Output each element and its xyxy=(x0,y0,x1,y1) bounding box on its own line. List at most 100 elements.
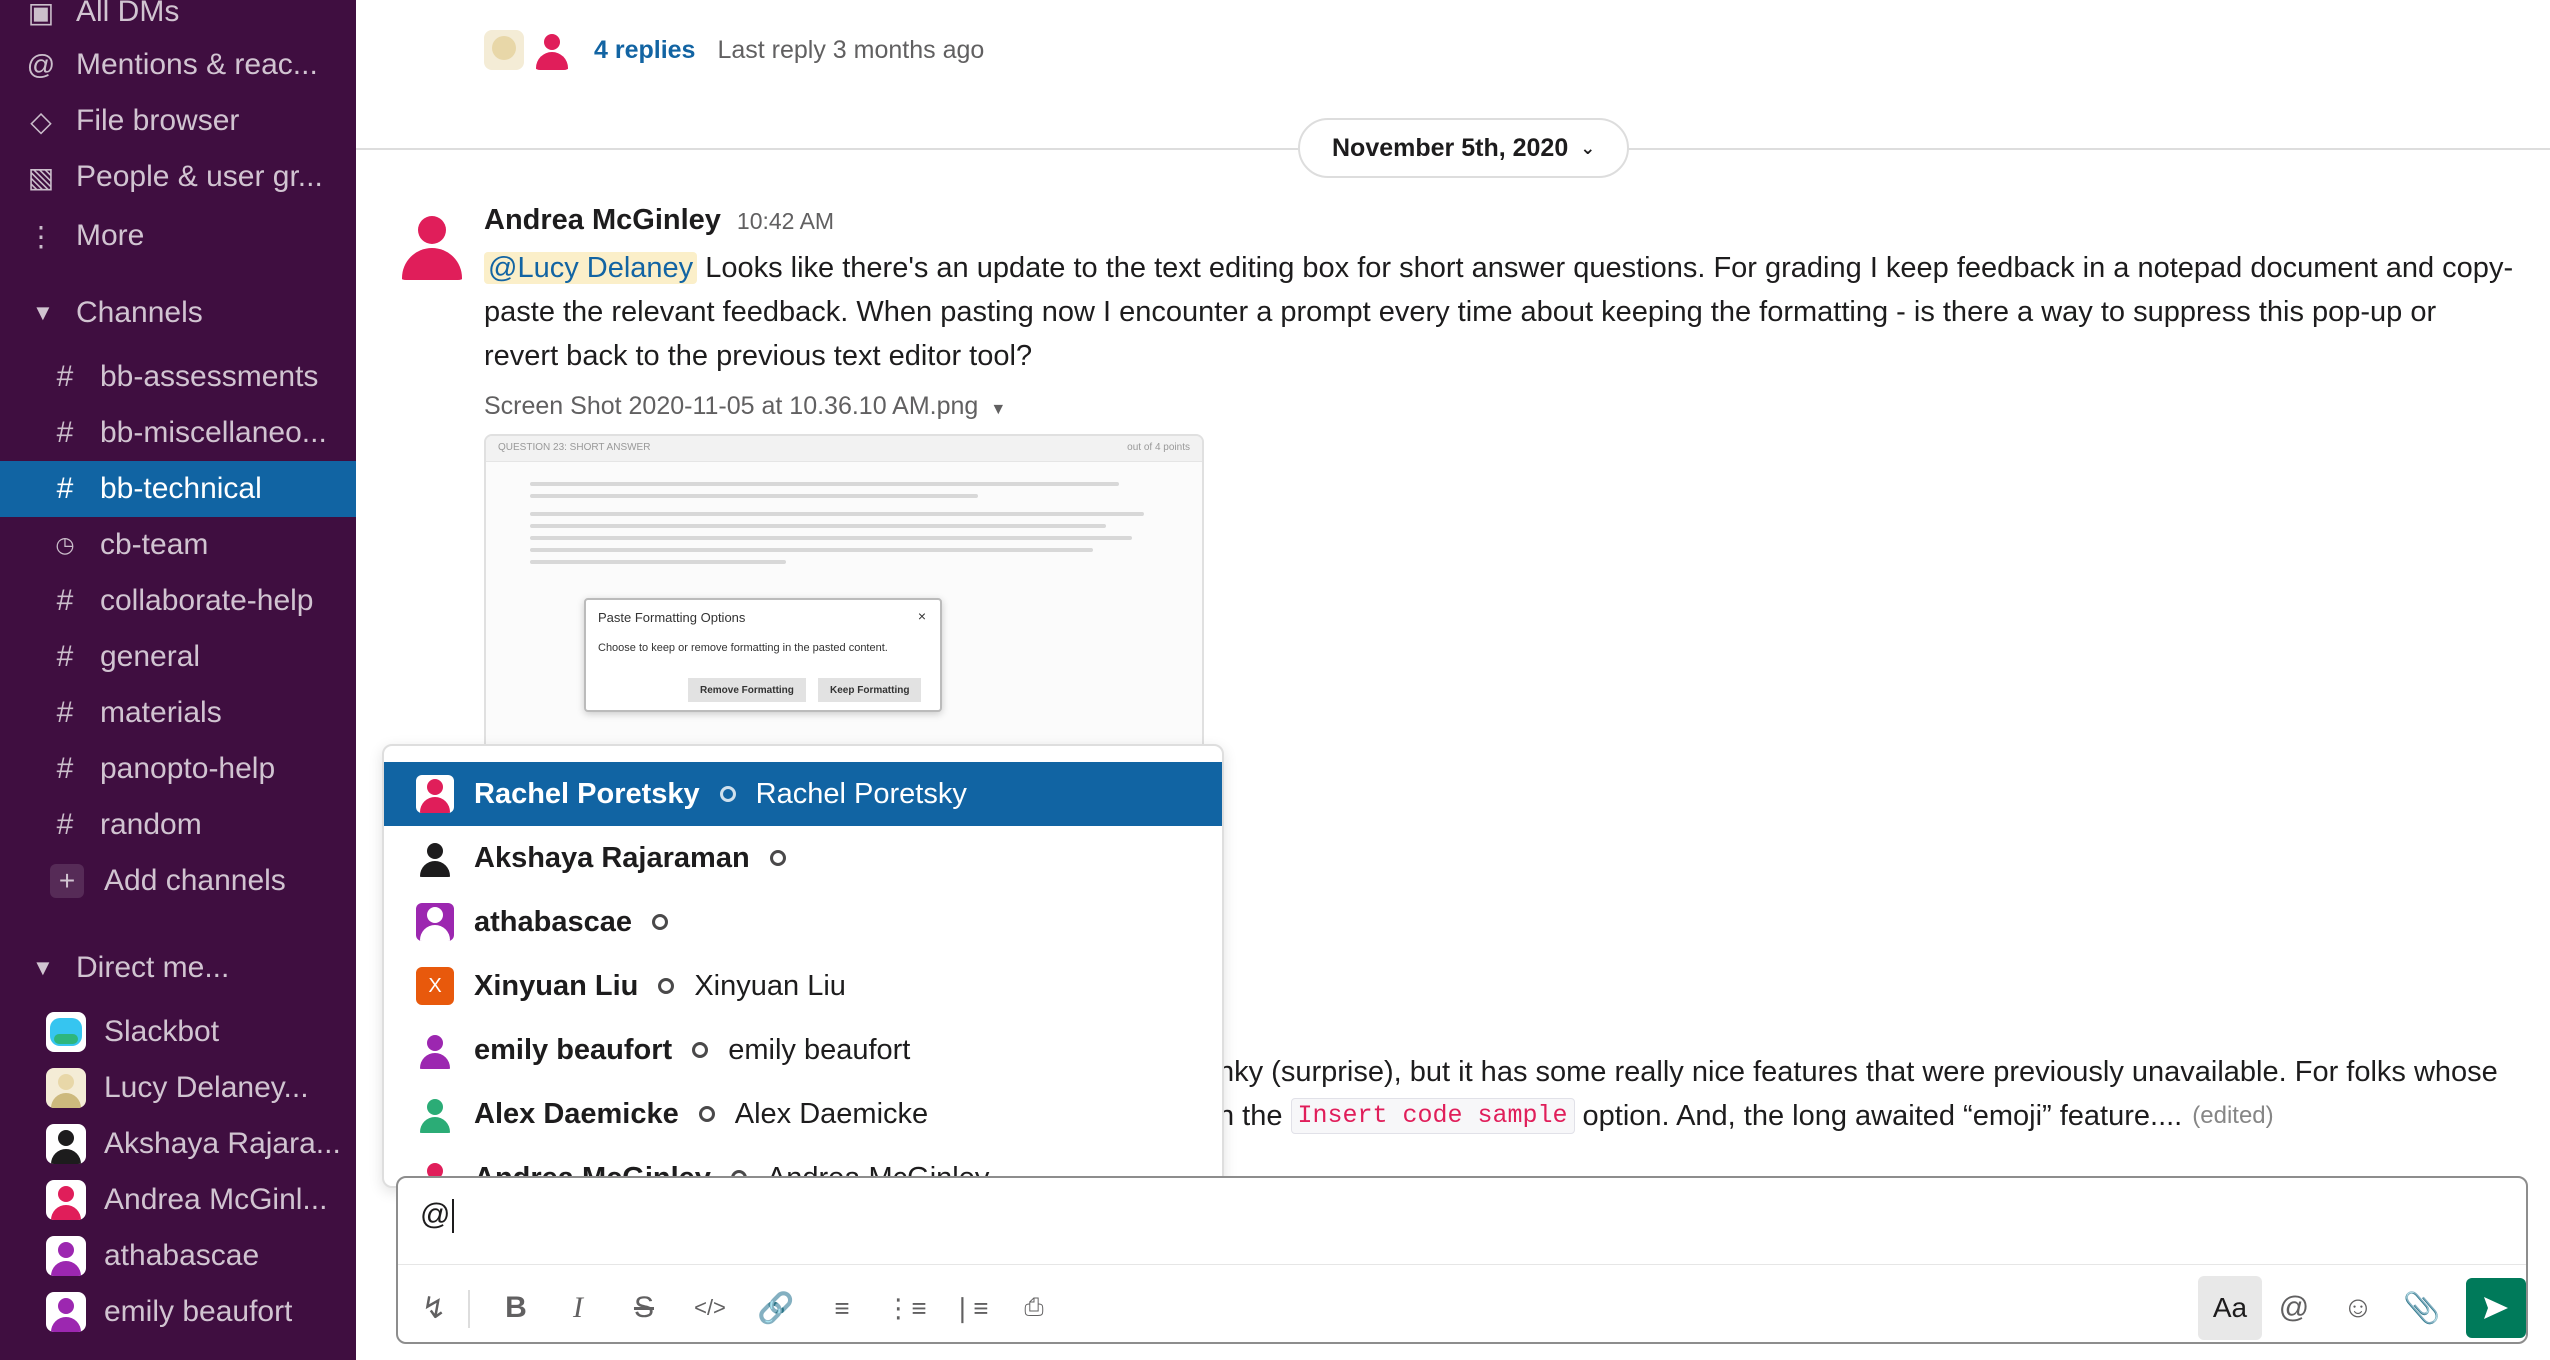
sidebar-item-mentions[interactable]: @ Mentions & reac... xyxy=(0,37,356,93)
sidebar-item-dm[interactable]: Andrea McGinl... xyxy=(0,1172,356,1228)
sidebar-item-channel[interactable]: # collaborate-help xyxy=(0,573,356,629)
blockquote-icon[interactable]: ❘≡ xyxy=(942,1280,998,1336)
avatar xyxy=(46,1236,86,1276)
sidebar-item-channel-active[interactable]: # bb-technical xyxy=(0,461,356,517)
presence-icon xyxy=(652,914,668,930)
channel-name: bb-technical xyxy=(100,472,262,505)
ordered-list-icon[interactable]: ≡ xyxy=(814,1280,870,1336)
send-icon xyxy=(2484,1297,2508,1319)
formatting-toggle-button[interactable]: Aa xyxy=(2198,1276,2262,1340)
sidebar-item-all-dms[interactable]: ▣ All DMs xyxy=(0,0,356,40)
send-button[interactable] xyxy=(2466,1278,2526,1338)
avatar xyxy=(532,30,572,70)
dialog-text: Choose to keep or remove formatting in t… xyxy=(598,642,888,654)
mention-autocomplete: Rachel Poretsky Rachel Poretsky Akshaya … xyxy=(382,744,1224,1188)
presence-icon xyxy=(692,1042,709,1058)
message-author[interactable]: Andrea McGinley xyxy=(484,204,721,237)
toolbar-divider xyxy=(468,1290,470,1328)
channel-name: random xyxy=(100,808,202,841)
add-channels-button[interactable]: + Add channels xyxy=(0,853,356,909)
date-divider-button[interactable]: November 5th, 2020 ⌄ xyxy=(1298,118,1630,178)
avatar xyxy=(46,1292,86,1332)
avatar[interactable] xyxy=(396,208,468,280)
attachment-icon[interactable]: 📎 xyxy=(2394,1280,2450,1336)
sidebar-item-channel[interactable]: # bb-miscellaneo... xyxy=(0,405,356,461)
dm-name: athabascae xyxy=(104,1239,260,1272)
thread-replies-bar[interactable]: 4 replies Last reply 3 months ago xyxy=(484,28,984,72)
message-header: Andrea McGinley 10:42 AM xyxy=(484,204,834,237)
hash-icon: # xyxy=(56,696,74,729)
dm-name: Slackbot xyxy=(104,1015,220,1048)
strikethrough-icon[interactable]: S xyxy=(616,1280,672,1336)
sidebar-item-channel[interactable]: # random xyxy=(0,797,356,853)
shortcuts-icon[interactable]: ↯ xyxy=(406,1280,462,1336)
channels-section-header[interactable]: ▼ Channels xyxy=(0,285,356,341)
sidebar-item-people[interactable]: ▧ People & user gr... xyxy=(0,149,356,205)
sidebar-item-more[interactable]: ⋮ More xyxy=(0,208,356,264)
bullet-list-icon[interactable]: ⋮≡ xyxy=(878,1280,934,1336)
sidebar-item-channel[interactable]: # general xyxy=(0,629,356,685)
sidebar-item-dm[interactable]: Slackbot xyxy=(0,1004,356,1060)
channel-name: panopto-help xyxy=(100,752,276,785)
user-real-name: Xinyuan Liu xyxy=(694,969,846,1002)
autocomplete-item[interactable]: Akshaya Rajaraman xyxy=(384,826,1222,890)
composer-divider xyxy=(398,1264,2526,1265)
sidebar-item-channel[interactable]: # panopto-help xyxy=(0,741,356,797)
section-label: Channels xyxy=(76,296,203,329)
screenshot-header-right: out of 4 points xyxy=(1127,442,1190,453)
people-icon: ▧ xyxy=(27,161,55,193)
more-icon: ⋮ xyxy=(27,220,55,252)
dm-name: Lucy Delaney... xyxy=(104,1071,309,1104)
sidebar-item-label: File browser xyxy=(76,104,240,137)
previous-message-text: bars/completion status for modules? I no… xyxy=(484,0,1805,12)
user-display-name: Xinyuan Liu xyxy=(474,969,639,1002)
caret-down-icon: ▼ xyxy=(990,401,1007,418)
autocomplete-item[interactable]: X Xinyuan Liu Xinyuan Liu xyxy=(384,954,1222,1018)
avatar xyxy=(46,1012,86,1052)
emoji-icon[interactable]: ☺ xyxy=(2330,1280,2386,1336)
user-real-name: Alex Daemicke xyxy=(734,1097,929,1130)
link-icon[interactable]: 🔗 xyxy=(748,1280,804,1336)
remove-formatting-button: Remove Formatting xyxy=(688,678,806,702)
direct-messages-section-header[interactable]: ▼ Direct me... xyxy=(0,940,356,996)
caret-down-icon: ▼ xyxy=(32,955,54,980)
hash-icon: # xyxy=(56,584,74,617)
channel-name: materials xyxy=(100,696,222,729)
screenshot-header: QUESTION 23: SHORT ANSWER out of 4 point… xyxy=(486,436,1202,462)
user-display-name: athabascae xyxy=(474,905,632,938)
avatar xyxy=(46,1180,86,1220)
sidebar-item-dm[interactable]: Akshaya Rajara... xyxy=(0,1116,356,1172)
dm-name: emily beaufort xyxy=(104,1295,293,1328)
avatar xyxy=(416,903,454,941)
autocomplete-item[interactable]: athabascae xyxy=(384,890,1222,954)
replies-link[interactable]: 4 replies xyxy=(594,36,695,65)
autocomplete-item[interactable]: Alex Daemicke Alex Daemicke xyxy=(384,1082,1222,1146)
sidebar-item-channel[interactable]: # bb-assessments xyxy=(0,349,356,405)
italic-icon[interactable]: I xyxy=(550,1280,606,1336)
hash-icon: # xyxy=(56,472,74,505)
file-attachment-header[interactable]: Screen Shot 2020-11-05 at 10.36.10 AM.pn… xyxy=(484,392,1006,421)
message-timestamp[interactable]: 10:42 AM xyxy=(737,208,834,235)
dm-icon: ▣ xyxy=(27,0,55,28)
mention-icon[interactable]: @ xyxy=(2266,1280,2322,1336)
code-block-icon[interactable]: ⎙ xyxy=(1006,1280,1062,1336)
sidebar-item-dm[interactable]: athabascae xyxy=(0,1228,356,1284)
dm-name: Andrea McGinl... xyxy=(104,1183,328,1216)
autocomplete-item[interactable]: emily beaufort emily beaufort xyxy=(384,1018,1222,1082)
sidebar-item-dm[interactable]: emily beaufort xyxy=(0,1284,356,1340)
keep-formatting-button: Keep Formatting xyxy=(818,678,922,702)
image-attachment[interactable]: QUESTION 23: SHORT ANSWER out of 4 point… xyxy=(484,434,1204,764)
avatar xyxy=(416,775,454,813)
sidebar-item-dm[interactable]: Lucy Delaney... xyxy=(0,1060,356,1116)
autocomplete-item[interactable]: Rachel Poretsky Rachel Poretsky xyxy=(384,762,1222,826)
bold-icon[interactable]: B xyxy=(488,1280,544,1336)
sidebar-item-label: Mentions & reac... xyxy=(76,48,318,81)
code-icon[interactable]: </> xyxy=(682,1280,738,1336)
sidebar-item-channel[interactable]: ◷ cb-team xyxy=(0,517,356,573)
user-mention[interactable]: @Lucy Delaney xyxy=(484,252,698,284)
formatting-toggle-label: Aa xyxy=(2212,1292,2248,1323)
sidebar-item-file-browser[interactable]: ◇ File browser xyxy=(0,93,356,149)
channel-name: general xyxy=(100,640,201,673)
sidebar-item-channel[interactable]: # materials xyxy=(0,685,356,741)
message-input[interactable]: @ xyxy=(420,1198,455,1234)
